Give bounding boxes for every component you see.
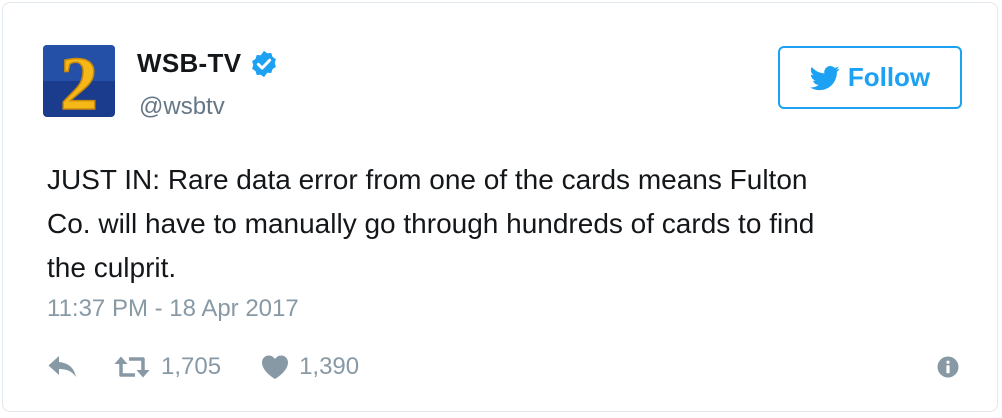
reply-icon xyxy=(48,356,76,377)
tweet-text: JUST IN: Rare data error from one of the… xyxy=(47,158,947,290)
retweet-count: 1,705 xyxy=(161,353,222,380)
heart-icon xyxy=(262,355,289,379)
user-handle[interactable]: @wsbtv xyxy=(139,93,225,121)
tweet-text-line: Co. will have to manually go through hun… xyxy=(47,208,815,239)
tweet-timestamp[interactable]: 11:37 PM - 18 Apr 2017 xyxy=(47,295,299,323)
tweet-text-line: JUST IN: Rare data error from one of the… xyxy=(47,164,808,195)
twitter-bird-icon xyxy=(809,65,840,90)
name-row: WSB-TV xyxy=(137,48,279,79)
display-name[interactable]: WSB-TV xyxy=(137,48,241,79)
verified-badge-icon xyxy=(252,50,277,77)
tweet-text-line: the culprit. xyxy=(47,252,177,283)
avatar[interactable]: 2 xyxy=(43,45,115,117)
retweet-icon xyxy=(114,356,150,378)
reply-button[interactable] xyxy=(47,354,79,380)
tweet-actions: 1,705 1,390 xyxy=(47,349,359,385)
follow-label: Follow xyxy=(847,62,931,92)
svg-text:2: 2 xyxy=(60,45,98,117)
retweet-button[interactable]: 1,705 xyxy=(113,353,221,381)
like-button[interactable]: 1,390 xyxy=(261,353,359,381)
tweet-card: 2 WSB-TV @wsbtv Follow JUST IN: Rare dat… xyxy=(2,2,998,412)
wsb-channel-2-logo: 2 xyxy=(43,45,115,117)
info-icon[interactable] xyxy=(937,356,959,378)
like-count: 1,390 xyxy=(299,353,360,380)
follow-button[interactable]: Follow xyxy=(778,46,962,109)
